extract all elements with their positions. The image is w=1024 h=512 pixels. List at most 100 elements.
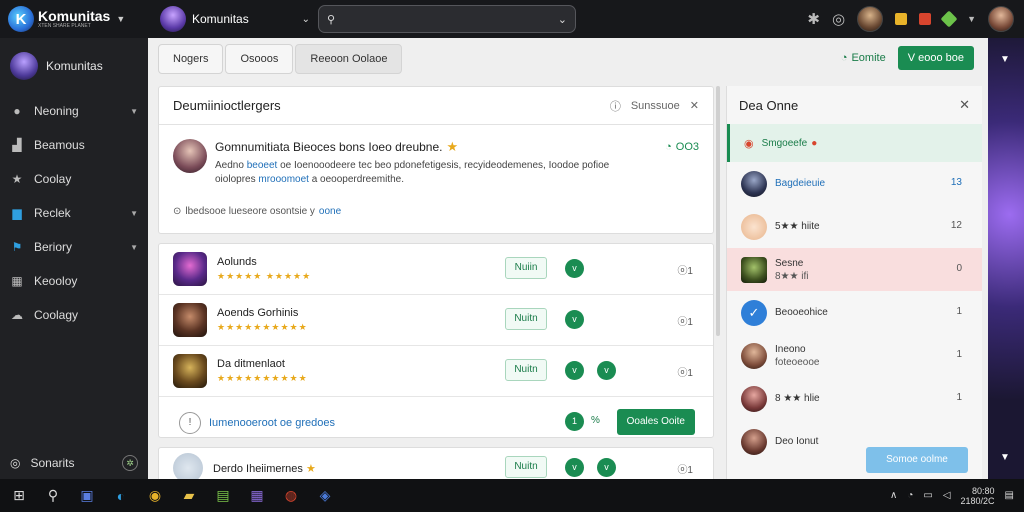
item-name: Da ditmenlaot <box>217 358 285 370</box>
join-button[interactable]: Nuiin <box>505 257 547 279</box>
close-icon[interactable]: ✕ <box>690 99 699 112</box>
close-icon[interactable]: ✕ <box>959 97 970 113</box>
list-item[interactable]: Aoends Gorhinis ★★★★★★★★★★ Nuitn v ⓞ1 <box>159 295 713 346</box>
panel-item[interactable]: ✓ Beooeohice 1 <box>727 291 982 334</box>
shield-icon[interactable]: ◈ <box>316 487 334 505</box>
comment-count[interactable]: ◔ OO3 <box>665 141 699 187</box>
community-switcher[interactable]: Komunitas ⌄ <box>160 6 310 32</box>
sidebar-bottom-label: Sonarits <box>30 456 75 470</box>
add-icon[interactable]: ✲ <box>122 455 138 471</box>
background-art: ▼ ▼ <box>988 38 1024 479</box>
edge-icon[interactable]: ◐ <box>112 487 130 505</box>
sidebar-community[interactable]: Komunitas <box>0 38 148 94</box>
sidebar-item-label: Reclek <box>34 206 71 220</box>
notification-icon[interactable]: ▤ <box>1005 490 1014 501</box>
chrome-icon[interactable]: ◉ <box>146 487 164 505</box>
community-name: Komunitas <box>192 12 249 26</box>
check-icon[interactable]: v <box>565 361 584 380</box>
puzzle-icon[interactable]: ✱ <box>807 10 820 28</box>
game-icon[interactable]: ◍ <box>282 487 300 505</box>
panel-item[interactable]: Sesne 8★★ ifi 0 <box>727 248 982 291</box>
chevron-down-icon[interactable]: ▼ <box>130 243 138 252</box>
app-icon[interactable]: ▦ <box>248 487 266 505</box>
avatar <box>173 252 207 286</box>
panel-action-button[interactable]: Somoe oolme <box>866 447 968 473</box>
star-icon: ★ <box>11 172 23 186</box>
search-input[interactable] <box>341 12 558 26</box>
chevron-down-icon[interactable]: ▼ <box>967 14 976 24</box>
list-item[interactable]: Aolunds ★★★★★ ★★★★★ Nuiin v ⓞ1 <box>159 244 713 295</box>
more-hint-link[interactable]: Iumenooeroot oe gredoes <box>209 417 335 429</box>
chevron-down-icon[interactable]: ▼ <box>1000 54 1010 65</box>
chevron-up-icon[interactable]: ∧ <box>890 490 897 501</box>
brand-name: Komunitas <box>38 8 111 24</box>
file-icon[interactable]: ▤ <box>214 487 232 505</box>
network-icon[interactable]: ◔ <box>907 490 913 501</box>
announcement-card: Deumiinioctlergers ⓘ Sunssuoe ✕ Gomnumit… <box>158 86 714 234</box>
search-icon: ⚲ <box>327 13 336 26</box>
chevron-down-icon[interactable]: ▼ <box>130 209 138 218</box>
gift-icon[interactable] <box>919 13 932 25</box>
sidebar-item-3[interactable]: ▆ Reclek ▼ <box>0 196 148 230</box>
chevron-down-icon[interactable]: ⌄ <box>302 14 310 25</box>
more-button[interactable]: Ooales Ooite <box>616 409 695 435</box>
check-icon[interactable]: v <box>597 458 616 477</box>
panel-item[interactable]: Ineono foteoeooe 1 <box>727 334 982 377</box>
join-button[interactable]: Nuitn <box>505 456 547 478</box>
panel-item-value: 12 <box>950 220 962 231</box>
chevron-down-icon[interactable]: ⌄ <box>558 13 567 26</box>
sidebar-item-6[interactable]: ☁ Coolagy <box>0 298 148 332</box>
chevron-down-icon[interactable]: ▼ <box>130 107 138 116</box>
check-icon[interactable]: v <box>565 259 584 278</box>
sidebar-item-4[interactable]: ⚑ Beriory ▼ <box>0 230 148 264</box>
panel-item[interactable]: 5★★ hiite 12 <box>727 205 982 248</box>
item-count: ⓞ1 <box>677 266 693 277</box>
sidebar: Komunitas ● Neoning ▼ ▟ Beamous ★ Coolay… <box>0 38 148 479</box>
clock[interactable]: 80:80 2180/2C <box>961 486 995 506</box>
bell-icon[interactable]: ◎ <box>832 10 845 28</box>
gem-icon[interactable] <box>940 10 958 28</box>
announcement-post[interactable]: Gomnumitiata Bieoces bons Ioeo dreubne. … <box>159 125 713 187</box>
panel-item[interactable]: Bagdeieuie 13 <box>727 162 982 205</box>
avatar[interactable] <box>857 6 884 32</box>
chat-icon: ◔ <box>840 52 848 64</box>
panel-item[interactable]: ◉ Smgoeefe ● <box>727 124 982 162</box>
coin-icon[interactable] <box>895 13 908 25</box>
check-icon[interactable]: v <box>565 458 584 477</box>
user-avatar[interactable] <box>988 6 1014 32</box>
panel-item[interactable]: 8 ★★ hlie 1 <box>727 377 982 420</box>
scrollbar[interactable] <box>716 86 720 336</box>
footer-link[interactable]: oone <box>319 206 341 217</box>
search-bar[interactable]: ⚲ ⌄ <box>318 5 576 33</box>
sidebar-item-2[interactable]: ★ Coolay <box>0 162 148 196</box>
tab-0[interactable]: Nogers <box>158 44 224 74</box>
entry-list: Aolunds ★★★★★ ★★★★★ Nuiin v ⓞ1 Aoends Go… <box>158 243 714 438</box>
list-item[interactable]: Da ditmenlaot ★★★★★★★★★★ Nuitn v v ⓞ1 <box>159 346 713 397</box>
tab-2[interactable]: Reeoon Oolaoe <box>295 44 403 74</box>
chevron-down-icon[interactable]: ▼ <box>1000 452 1010 463</box>
sidebar-item-1[interactable]: ▟ Beamous <box>0 128 148 162</box>
brand[interactable]: K Komunitas XTEN SHARE PLANET ▼ <box>0 0 148 38</box>
windows-start-icon[interactable]: ⊞ <box>10 487 28 505</box>
sidebar-item-0[interactable]: ● Neoning ▼ <box>0 94 148 128</box>
announcement-right-label[interactable]: Sunssuoe <box>631 100 680 112</box>
avatar <box>741 385 767 412</box>
check-icon[interactable]: v <box>565 310 584 329</box>
join-button[interactable]: Nuitn <box>505 359 547 381</box>
join-button[interactable]: Nuitn <box>505 308 547 330</box>
check-icon[interactable]: v <box>597 361 616 380</box>
tab-1[interactable]: Osooos <box>225 44 294 74</box>
avatar <box>741 213 767 240</box>
volume-icon[interactable]: ◁ <box>943 490 951 501</box>
avatar <box>173 354 207 388</box>
battery-icon[interactable]: ▭ <box>923 490 932 501</box>
header-link[interactable]: ◔ Eomite <box>841 52 886 64</box>
app-icon[interactable]: ▣ <box>78 487 96 505</box>
sidebar-bottom[interactable]: ◎ Sonarits ✲ <box>0 455 148 471</box>
avatar <box>741 170 767 197</box>
header-primary-button[interactable]: V eooo boe <box>897 46 974 70</box>
sidebar-item-5[interactable]: ▦ Keooloy <box>0 264 148 298</box>
chevron-down-icon[interactable]: ▼ <box>116 14 125 24</box>
folder-icon[interactable]: ▰ <box>180 487 198 505</box>
search-icon[interactable]: ⚲ <box>44 487 62 505</box>
